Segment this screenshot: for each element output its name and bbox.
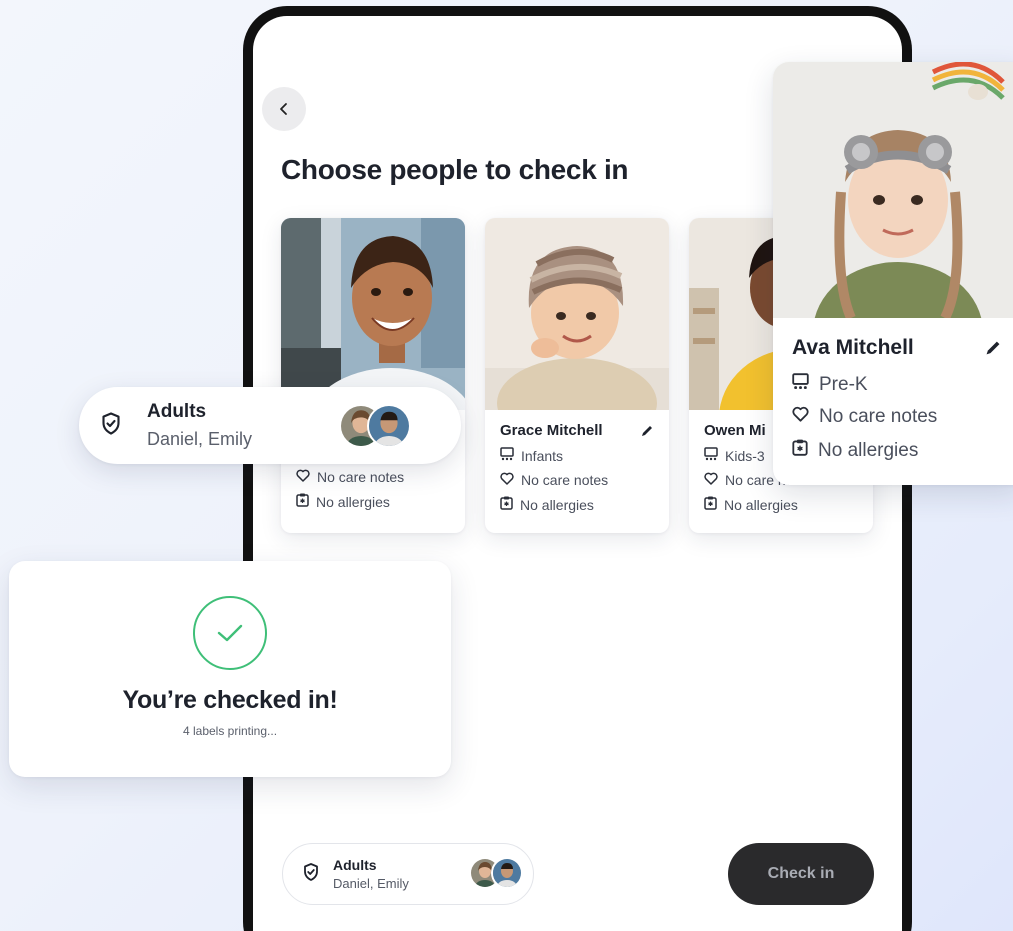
person-group-label: Pre-K [819, 373, 868, 395]
adult-avatars [469, 857, 523, 889]
checked-in-title: You’re checked in! [122, 686, 338, 714]
adults-names: Daniel, Emily [147, 429, 253, 449]
person-group-label: Kids-3 [725, 447, 765, 464]
heart-icon [792, 406, 809, 428]
adults-card-floating[interactable]: Adults Daniel, Emily [79, 387, 461, 464]
person-name: Grace Mitchell [500, 422, 603, 439]
pencil-icon [986, 341, 1000, 355]
heart-icon [704, 472, 718, 488]
care-notes-text: No care notes [521, 472, 609, 488]
avatar [491, 857, 523, 889]
person-name: Ava Mitchell [792, 336, 914, 359]
shield-check-icon [303, 862, 319, 886]
adults-title: Adults [147, 401, 207, 422]
check-circle-icon [193, 596, 267, 670]
person-card[interactable]: No care notes No allergies [281, 218, 465, 533]
classroom-icon [500, 447, 514, 464]
edit-button[interactable] [640, 424, 654, 438]
heart-icon [296, 469, 310, 485]
allergies-text: No allergies [520, 496, 594, 513]
allergies-text: No allergies [818, 439, 919, 461]
adults-selector[interactable]: Adults Daniel, Emily [282, 843, 534, 905]
allergies-text: No allergies [724, 496, 798, 513]
person-allergies: No allergies [704, 496, 858, 513]
checked-in-card: You’re checked in! 4 labels printing... [9, 561, 451, 777]
heart-icon [500, 472, 514, 488]
person-group: Infants [500, 447, 654, 464]
care-notes-text: No care notes [819, 406, 938, 427]
adults-names: Daniel, Emily [333, 876, 409, 891]
edit-button[interactable] [984, 339, 1002, 357]
classroom-icon [792, 373, 809, 396]
classroom-icon [704, 447, 718, 464]
clipboard-icon [792, 439, 808, 462]
person-card-floating[interactable]: Ava Mitchell Pre-K No care notes No alle… [773, 62, 1013, 485]
adults-title: Adults [333, 857, 377, 873]
person-care-notes: No care notes [500, 472, 654, 488]
person-photo [773, 62, 1013, 318]
person-name: Owen Mi [704, 422, 766, 439]
check-in-button[interactable]: Check in [728, 843, 874, 905]
person-group: Pre-K [792, 373, 868, 396]
person-group-label: Infants [521, 447, 564, 464]
person-card[interactable]: Grace Mitchell Infants No care notes No … [485, 218, 669, 533]
person-allergies: No allergies [792, 439, 918, 462]
page-title: Choose people to check in [281, 154, 629, 185]
person-care-notes: No care notes [792, 406, 937, 428]
chevron-left-icon [280, 103, 287, 115]
adult-avatars [339, 404, 411, 448]
back-button[interactable] [262, 87, 306, 131]
person-photo [281, 218, 465, 410]
person-care-notes: No care notes [296, 469, 450, 485]
person-allergies: No allergies [296, 493, 450, 510]
clipboard-icon [704, 496, 717, 513]
pencil-icon [642, 425, 652, 436]
person-allergies: No allergies [500, 496, 654, 513]
avatar [367, 404, 411, 448]
allergies-text: No allergies [316, 493, 390, 510]
checked-in-subtitle: 4 labels printing... [182, 724, 278, 738]
person-photo [485, 218, 669, 410]
care-notes-text: No care notes [317, 469, 405, 485]
clipboard-icon [296, 493, 309, 510]
shield-check-icon [101, 411, 121, 440]
clipboard-icon [500, 496, 513, 513]
